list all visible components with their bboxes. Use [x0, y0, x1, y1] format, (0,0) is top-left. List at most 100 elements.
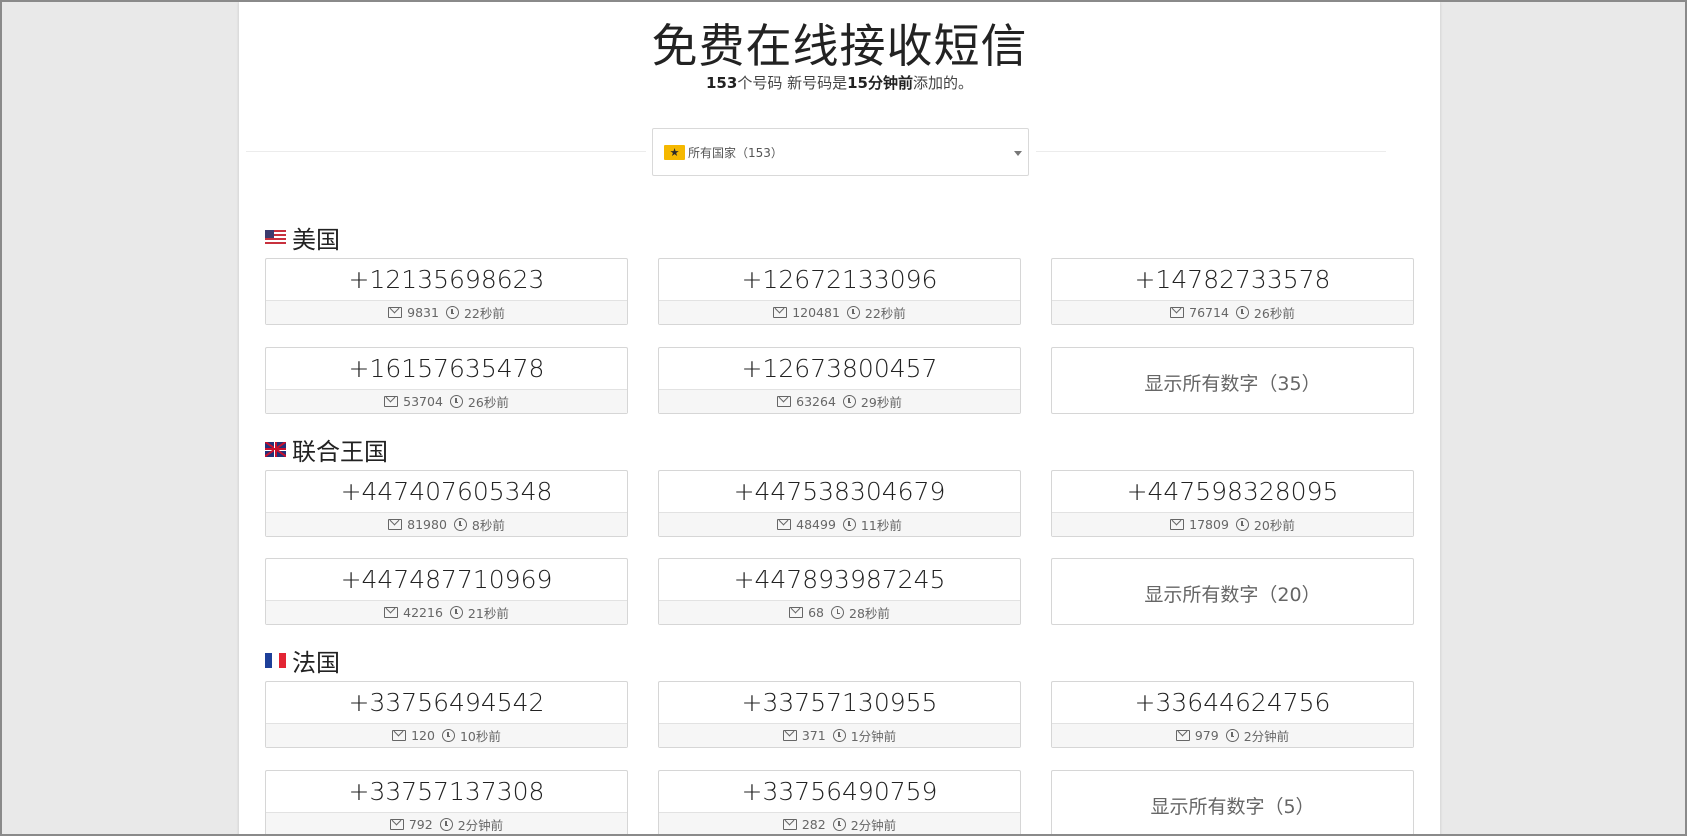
- envelope-icon: [1170, 307, 1185, 318]
- envelope-icon: [782, 730, 797, 741]
- phone-number-card[interactable]: +12673800457 63264 29秒前: [658, 347, 1021, 414]
- last-message-time: 22秒前: [864, 306, 906, 321]
- phone-number: +12135698623: [348, 265, 545, 294]
- phone-number: +447598328095: [1126, 477, 1339, 506]
- clock-icon: [439, 818, 453, 831]
- page-subtitle: 153个号码 新号码是15分钟前添加的。: [239, 72, 1440, 93]
- last-message-time: 29秒前: [860, 395, 902, 410]
- clock-icon: [842, 518, 856, 531]
- phone-number-card[interactable]: +447487710969 42216 21秒前: [265, 558, 628, 625]
- phone-number-card[interactable]: +447598328095 17809 20秒前: [1051, 470, 1414, 537]
- envelope-icon: [389, 819, 404, 830]
- message-count: 120: [411, 728, 435, 743]
- card-meta: 68 28秒前: [659, 600, 1020, 624]
- last-message-time: 20秒前: [1253, 518, 1295, 533]
- section-header-uk: 联合王国: [265, 435, 388, 466]
- phone-number: +33756494542: [348, 688, 545, 717]
- card-meta: 81980 8秒前: [266, 512, 627, 536]
- france-flag-icon: [265, 652, 286, 668]
- clock-icon: [842, 395, 856, 408]
- message-count: 282: [801, 817, 826, 832]
- message-count: 9831: [407, 305, 439, 320]
- country-select[interactable]: ★ 所有国家（153）: [652, 128, 1029, 176]
- phone-number: +33757130955: [741, 688, 938, 717]
- section-title: 联合王国: [292, 437, 388, 466]
- envelope-icon: [782, 819, 797, 830]
- clock-icon: [831, 606, 844, 619]
- envelope-icon: [777, 519, 792, 530]
- message-count: 371: [801, 728, 826, 743]
- message-count: 63264: [796, 394, 836, 409]
- card-meta: 979 2分钟前: [1052, 723, 1413, 747]
- phone-number-card[interactable]: +447538304679 48499 11秒前: [658, 470, 1021, 537]
- phone-number: +33757137308: [348, 777, 545, 806]
- card-meta: 48499 11秒前: [659, 512, 1020, 536]
- new-number-time: 15分钟前: [847, 74, 913, 92]
- section-header-us: 美国: [265, 223, 340, 254]
- clock-icon: [1225, 729, 1239, 742]
- show-all-numbers-button[interactable]: 显示所有数字（20）: [1051, 558, 1414, 625]
- clock-icon: [453, 518, 467, 531]
- last-message-time: 22秒前: [463, 306, 505, 321]
- number-count: 153: [706, 74, 738, 92]
- chevron-down-icon: [1014, 151, 1022, 156]
- card-meta: 120 10秒前: [266, 723, 627, 747]
- section-title: 美国: [292, 225, 340, 254]
- show-all-numbers-button[interactable]: 显示所有数字（35）: [1051, 347, 1414, 414]
- envelope-icon: [1175, 730, 1190, 741]
- card-meta: 792 2分钟前: [266, 812, 627, 834]
- phone-number-card[interactable]: +33644624756 979 2分钟前: [1051, 681, 1414, 748]
- last-message-time: 26秒前: [1253, 306, 1295, 321]
- message-count: 17809: [1189, 517, 1229, 532]
- card-meta: 17809 20秒前: [1052, 512, 1413, 536]
- phone-number: +447407605348: [340, 477, 553, 506]
- card-meta: 120481 22秒前: [659, 300, 1020, 324]
- phone-number-card[interactable]: +14782733578 76714 26秒前: [1051, 258, 1414, 325]
- envelope-icon: [773, 307, 788, 318]
- show-all-label: 显示所有数字（20）: [1144, 584, 1321, 606]
- clock-icon: [449, 395, 463, 408]
- card-meta: 9831 22秒前: [266, 300, 627, 324]
- phone-number-card[interactable]: +447407605348 81980 8秒前: [265, 470, 628, 537]
- phone-number-card[interactable]: +33757137308 792 2分钟前: [265, 770, 628, 834]
- phone-number: +12673800457: [741, 354, 938, 383]
- phone-number-card[interactable]: +12672133096 120481 22秒前: [658, 258, 1021, 325]
- phone-number: +33644624756: [1134, 688, 1331, 717]
- phone-number-card[interactable]: +16157635478 53704 26秒前: [265, 347, 628, 414]
- message-count: 792: [408, 817, 433, 832]
- phone-number-card[interactable]: +33756494542 120 10秒前: [265, 681, 628, 748]
- last-message-time: 1分钟前: [850, 729, 897, 744]
- envelope-icon: [388, 307, 403, 318]
- card-meta: 371 1分钟前: [659, 723, 1020, 747]
- show-all-numbers-button[interactable]: 显示所有数字（5）: [1051, 770, 1414, 834]
- phone-number-card[interactable]: +447893987245 68 28秒前: [658, 558, 1021, 625]
- message-count: 81980: [407, 517, 447, 532]
- card-meta: 76714 26秒前: [1052, 300, 1413, 324]
- left-divider: [246, 151, 646, 152]
- last-message-time: 8秒前: [471, 518, 505, 533]
- phone-number-card[interactable]: +33756490759 282 2分钟前: [658, 770, 1021, 834]
- phone-number: +12672133096: [741, 265, 938, 294]
- message-count: 76714: [1189, 305, 1229, 320]
- clock-icon: [1235, 306, 1249, 319]
- message-count: 48499: [796, 517, 836, 532]
- us-flag-icon: [265, 229, 286, 245]
- phone-number-card[interactable]: +33757130955 371 1分钟前: [658, 681, 1021, 748]
- browser-viewport: 免费在线接收短信 153个号码 新号码是15分钟前添加的。 ★ 所有国家（153…: [0, 0, 1687, 836]
- show-all-label: 显示所有数字（5）: [1150, 796, 1315, 818]
- phone-number: +16157635478: [348, 354, 545, 383]
- envelope-icon: [388, 519, 403, 530]
- phone-number: +447487710969: [340, 565, 553, 594]
- envelope-icon: [789, 607, 804, 618]
- card-meta: 42216 21秒前: [266, 600, 627, 624]
- show-all-label: 显示所有数字（35）: [1144, 373, 1321, 395]
- phone-number: +14782733578: [1134, 265, 1331, 294]
- right-divider: [1036, 151, 1386, 152]
- last-message-time: 26秒前: [467, 395, 509, 410]
- envelope-icon: [777, 396, 792, 407]
- card-meta: 63264 29秒前: [659, 389, 1020, 413]
- last-message-time: 2分钟前: [1243, 729, 1290, 744]
- last-message-time: 10秒前: [459, 729, 501, 744]
- phone-number-card[interactable]: +12135698623 9831 22秒前: [265, 258, 628, 325]
- envelope-icon: [384, 396, 399, 407]
